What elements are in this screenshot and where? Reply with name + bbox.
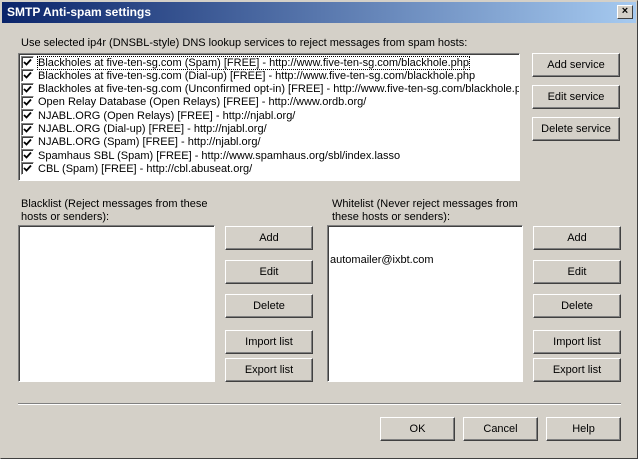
edit-service-button[interactable]: Edit service bbox=[532, 85, 620, 109]
service-item[interactable]: Open Relay Database (Open Relays) [FREE]… bbox=[21, 95, 367, 109]
delete-service-button[interactable]: Delete service bbox=[532, 117, 620, 141]
checkmark-icon bbox=[23, 85, 32, 93]
blacklist-import-button[interactable]: Import list bbox=[225, 330, 313, 354]
footer-separator bbox=[18, 403, 621, 405]
add-service-button[interactable]: Add service bbox=[532, 53, 620, 77]
whitelist-add-button[interactable]: Add bbox=[533, 226, 621, 250]
title-bar[interactable]: SMTP Anti-spam settings × bbox=[2, 2, 636, 23]
checkmark-icon bbox=[23, 112, 32, 119]
whitelist-list[interactable]: automailer@ixbt.com bbox=[327, 225, 523, 382]
whitelist-import-button[interactable]: Import list bbox=[533, 330, 621, 354]
checkmark-icon bbox=[23, 72, 32, 80]
blacklist-export-button[interactable]: Export list bbox=[225, 358, 313, 382]
service-label: Blackholes at five-ten-sg.com (Spam) [FR… bbox=[37, 55, 470, 70]
blacklist-delete-button[interactable]: Delete bbox=[225, 294, 313, 318]
service-item[interactable]: Spamhaus SBL (Spam) [FREE] - http://www.… bbox=[21, 149, 401, 163]
close-button[interactable]: × bbox=[617, 5, 633, 19]
blacklist-label: Blacklist (Reject messages from these ho… bbox=[21, 198, 207, 224]
service-checkbox[interactable] bbox=[21, 82, 34, 96]
whitelist-label-line1: Whitelist (Never reject messages from bbox=[332, 198, 518, 210]
service-item[interactable]: Blackholes at five-ten-sg.com (Unconfirm… bbox=[21, 82, 520, 96]
blacklist-label-line2: hosts or senders): bbox=[21, 211, 110, 223]
service-checkbox[interactable] bbox=[21, 95, 34, 109]
service-checkbox[interactable] bbox=[21, 149, 34, 163]
service-item[interactable]: Blackholes at five-ten-sg.com (Dial-up) … bbox=[21, 69, 476, 83]
service-checkbox[interactable] bbox=[21, 56, 34, 69]
help-button[interactable]: Help bbox=[546, 417, 621, 441]
service-checkbox[interactable] bbox=[21, 109, 34, 123]
service-label: NJABL.ORG (Dial-up) [FREE] - http://njab… bbox=[38, 123, 267, 135]
blacklist-add-button[interactable]: Add bbox=[225, 226, 313, 250]
whitelist-export-button[interactable]: Export list bbox=[533, 358, 621, 382]
services-label: Use selected ip4r (DNSBL-style) DNS look… bbox=[21, 37, 468, 49]
checkmark-icon bbox=[23, 125, 32, 133]
whitelist-delete-button[interactable]: Delete bbox=[533, 294, 621, 318]
blacklist-list[interactable] bbox=[18, 225, 215, 382]
anti-spam-dialog: SMTP Anti-spam settings × Use selected i… bbox=[0, 0, 638, 459]
service-label: Blackholes at five-ten-sg.com (Unconfirm… bbox=[38, 83, 520, 96]
checkmark-icon bbox=[23, 151, 32, 159]
service-label: NJABL.ORG (Open Relays) [FREE] - http://… bbox=[38, 109, 296, 122]
whitelist-label: Whitelist (Never reject messages from th… bbox=[332, 198, 518, 224]
service-item[interactable]: NJABL.ORG (Spam) [FREE] - http://njabl.o… bbox=[21, 135, 261, 149]
checkmark-icon bbox=[23, 138, 32, 146]
service-checkbox[interactable] bbox=[21, 135, 34, 149]
blacklist-label-line1: Blacklist (Reject messages from these bbox=[21, 198, 208, 210]
whitelist-label-line2: these hosts or senders): bbox=[332, 211, 451, 223]
dnsbl-services-list[interactable]: Blackholes at five-ten-sg.com (Spam) [FR… bbox=[18, 53, 520, 181]
ok-button[interactable]: OK bbox=[380, 417, 455, 441]
service-label: Blackholes at five-ten-sg.com (Dial-up) … bbox=[38, 69, 476, 82]
checkmark-icon bbox=[23, 165, 32, 173]
cancel-button[interactable]: Cancel bbox=[463, 417, 538, 441]
service-label: CBL (Spam) [FREE] - http://cbl.abuseat.o… bbox=[38, 162, 253, 175]
service-item[interactable]: NJABL.ORG (Dial-up) [FREE] - http://njab… bbox=[21, 122, 267, 136]
whitelist-entry[interactable]: automailer@ixbt.com bbox=[330, 254, 433, 266]
blacklist-edit-button[interactable]: Edit bbox=[225, 260, 313, 284]
service-item[interactable]: Blackholes at five-ten-sg.com (Spam) [FR… bbox=[21, 55, 470, 70]
checkmark-icon bbox=[23, 58, 32, 66]
checkmark-icon bbox=[23, 98, 32, 106]
window-title: SMTP Anti-spam settings bbox=[7, 5, 152, 19]
whitelist-edit-button[interactable]: Edit bbox=[533, 260, 621, 284]
service-checkbox[interactable] bbox=[21, 162, 34, 176]
service-item[interactable]: NJABL.ORG (Open Relays) [FREE] - http://… bbox=[21, 109, 296, 123]
service-item[interactable]: CBL (Spam) [FREE] - http://cbl.abuseat.o… bbox=[21, 162, 253, 176]
service-label: Spamhaus SBL (Spam) [FREE] - http://www.… bbox=[38, 149, 401, 162]
service-checkbox[interactable] bbox=[21, 69, 34, 83]
service-label: NJABL.ORG (Spam) [FREE] - http://njabl.o… bbox=[38, 136, 261, 149]
service-checkbox[interactable] bbox=[21, 122, 34, 136]
service-label: Open Relay Database (Open Relays) [FREE]… bbox=[38, 96, 367, 109]
